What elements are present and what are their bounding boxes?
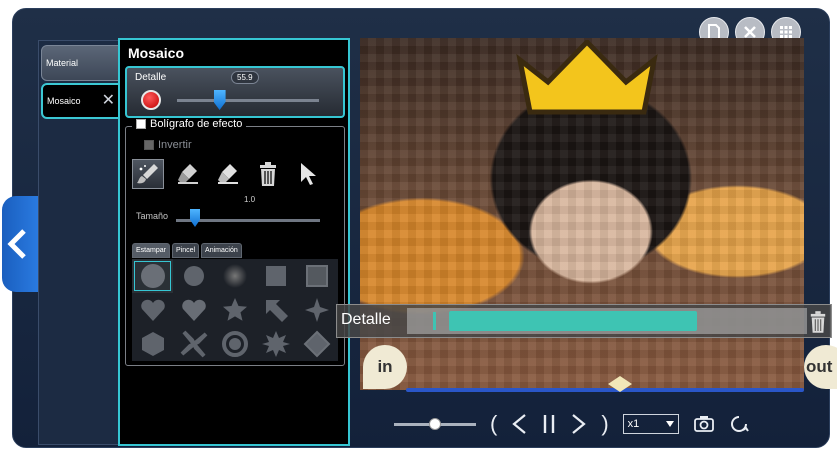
- octagon-shape-icon[interactable]: [297, 327, 338, 361]
- subtab-estampar[interactable]: Estampar: [132, 243, 170, 258]
- heart-fill-shape-icon[interactable]: [173, 293, 214, 327]
- volume-slider[interactable]: [394, 417, 476, 430]
- sparkle-shape-icon[interactable]: [297, 293, 338, 327]
- timeline-track[interactable]: [406, 388, 804, 392]
- in-marker-button[interactable]: in: [363, 345, 407, 389]
- speed-select[interactable]: x1: [622, 414, 679, 434]
- side-tabs: Material Mosaico ✕: [38, 40, 121, 445]
- eraser-tool-icon[interactable]: [172, 159, 204, 189]
- size-label: Tamaño: [136, 211, 169, 221]
- tab-mosaico[interactable]: Mosaico ✕: [41, 83, 121, 119]
- circle-shape-icon[interactable]: [132, 259, 174, 293]
- player-controls: ( ) x1: [394, 412, 749, 436]
- volume-slider-knob[interactable]: [429, 417, 441, 430]
- invert-label: Invertir: [158, 139, 192, 151]
- crown-sticker-icon: [516, 40, 658, 115]
- hexagon-shape-icon[interactable]: [132, 327, 173, 361]
- pause-icon[interactable]: [541, 413, 557, 435]
- panel-title: Mosaico: [128, 45, 185, 61]
- pinwheel-shape-icon[interactable]: [173, 327, 214, 361]
- subtab-animacion[interactable]: Animación: [201, 243, 242, 258]
- chevron-down-icon: [665, 421, 674, 427]
- trash-icon[interactable]: [809, 310, 827, 334]
- detail-overlay-marker: [433, 312, 436, 330]
- square-soft-shape-icon[interactable]: [297, 259, 338, 293]
- detail-value-badge: 55.9: [231, 71, 259, 84]
- checkbox-icon[interactable]: [144, 140, 154, 150]
- chevron-left-icon: [7, 229, 26, 259]
- record-button[interactable]: [141, 90, 161, 110]
- speed-value: x1: [627, 418, 640, 430]
- effect-pen-group: Bolígrafo de efecto Invertir 1.0 Tamaño: [125, 118, 345, 366]
- trash-icon[interactable]: [252, 159, 284, 189]
- step-back-icon[interactable]: [511, 413, 527, 435]
- heart-shape-icon[interactable]: [132, 293, 173, 327]
- square-shape-icon[interactable]: [256, 259, 297, 293]
- tab-mosaico-label: Mosaico: [47, 96, 81, 106]
- mosaic-panel: Mosaico Detalle 55.9 Bolígrafo de efecto…: [118, 38, 350, 446]
- collapse-panel-button[interactable]: [2, 196, 38, 292]
- circle-soft-shape-icon[interactable]: [214, 259, 255, 293]
- detail-control: Detalle 55.9: [125, 66, 345, 118]
- tab-material-label: Material: [46, 58, 79, 68]
- detail-overlay-fill[interactable]: [449, 311, 697, 331]
- burst-shape-icon[interactable]: [256, 327, 297, 361]
- stamp-shape-grid: [132, 259, 338, 361]
- jump-end-icon[interactable]: ): [601, 413, 608, 435]
- pointer-icon[interactable]: [292, 159, 324, 189]
- checkbox-icon[interactable]: [136, 119, 146, 129]
- invert-checkbox[interactable]: Invertir: [144, 139, 192, 151]
- stamp-subtabs: Estampar Pincel Animación: [132, 243, 242, 258]
- pen-tools: [132, 159, 324, 189]
- detail-slider-thumb[interactable]: [213, 90, 226, 110]
- jump-start-icon[interactable]: (: [490, 413, 497, 435]
- effect-pen-label: Bolígrafo de efecto: [150, 118, 243, 130]
- star-shape-icon[interactable]: [214, 293, 255, 327]
- circle-medium-shape-icon[interactable]: [173, 259, 214, 293]
- close-tab-icon[interactable]: ✕: [102, 93, 115, 109]
- step-forward-icon[interactable]: [571, 413, 587, 435]
- detail-label: Detalle: [135, 72, 167, 83]
- camera-icon[interactable]: [693, 415, 715, 433]
- detail-overlay-label: Detalle: [341, 311, 391, 328]
- size-value: 1.0: [244, 195, 256, 204]
- eraser-fill-icon[interactable]: [212, 159, 244, 189]
- ring-shape-icon[interactable]: [214, 327, 255, 361]
- subtab-pincel[interactable]: Pincel: [171, 243, 200, 258]
- brush-tool-icon[interactable]: [132, 159, 164, 189]
- detail-overlay-bar: Detalle: [336, 304, 832, 338]
- size-slider-thumb[interactable]: [190, 209, 200, 227]
- effect-pen-checkbox[interactable]: Bolígrafo de efecto: [132, 118, 247, 130]
- detail-slider-track[interactable]: [177, 99, 319, 102]
- arrow-shape-icon[interactable]: [256, 293, 297, 327]
- tab-material[interactable]: Material: [41, 45, 121, 81]
- loop-icon[interactable]: [729, 414, 749, 434]
